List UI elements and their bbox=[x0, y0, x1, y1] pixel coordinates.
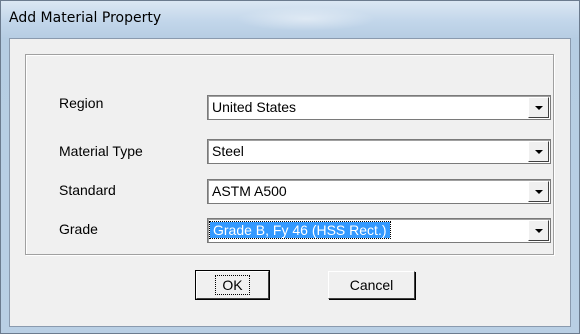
grade-value: Grade B, Fy 46 (HSS Rect.) bbox=[209, 221, 391, 239]
material-type-dropdown[interactable]: Steel bbox=[207, 139, 551, 164]
region-value: United States bbox=[212, 99, 297, 115]
ok-button[interactable]: OK bbox=[195, 270, 270, 300]
region-dropdown-button[interactable] bbox=[528, 97, 549, 118]
material-type-dropdown-button[interactable] bbox=[528, 141, 549, 162]
region-label: Region bbox=[59, 95, 104, 111]
chevron-down-icon bbox=[534, 228, 543, 233]
material-type-label: Material Type bbox=[59, 143, 143, 159]
chevron-down-icon bbox=[534, 149, 543, 154]
title-bar[interactable]: Add Material Property bbox=[1, 1, 579, 38]
title-bar-glow bbox=[236, 7, 376, 31]
chevron-down-icon bbox=[534, 189, 543, 194]
add-material-property-dialog: Add Material Property Region United Stat… bbox=[0, 0, 580, 334]
standard-dropdown[interactable]: ASTM A500 bbox=[207, 179, 551, 204]
standard-value: ASTM A500 bbox=[212, 183, 287, 199]
ok-button-label: OK bbox=[215, 275, 250, 295]
dialog-client-area: Region United States Material Type Steel… bbox=[9, 38, 571, 327]
grade-dropdown[interactable]: Grade B, Fy 46 (HSS Rect.) bbox=[207, 218, 551, 243]
material-group-box: Region United States Material Type Steel… bbox=[25, 54, 554, 255]
dialog-title: Add Material Property bbox=[9, 10, 162, 26]
standard-dropdown-button[interactable] bbox=[528, 181, 549, 202]
cancel-button[interactable]: Cancel bbox=[328, 271, 415, 299]
region-dropdown[interactable]: United States bbox=[207, 95, 551, 120]
grade-label: Grade bbox=[59, 221, 98, 237]
standard-label: Standard bbox=[59, 182, 116, 198]
chevron-down-icon bbox=[534, 105, 543, 110]
material-type-value: Steel bbox=[212, 143, 244, 159]
grade-dropdown-button[interactable] bbox=[528, 220, 549, 241]
cancel-button-label: Cancel bbox=[349, 277, 394, 293]
